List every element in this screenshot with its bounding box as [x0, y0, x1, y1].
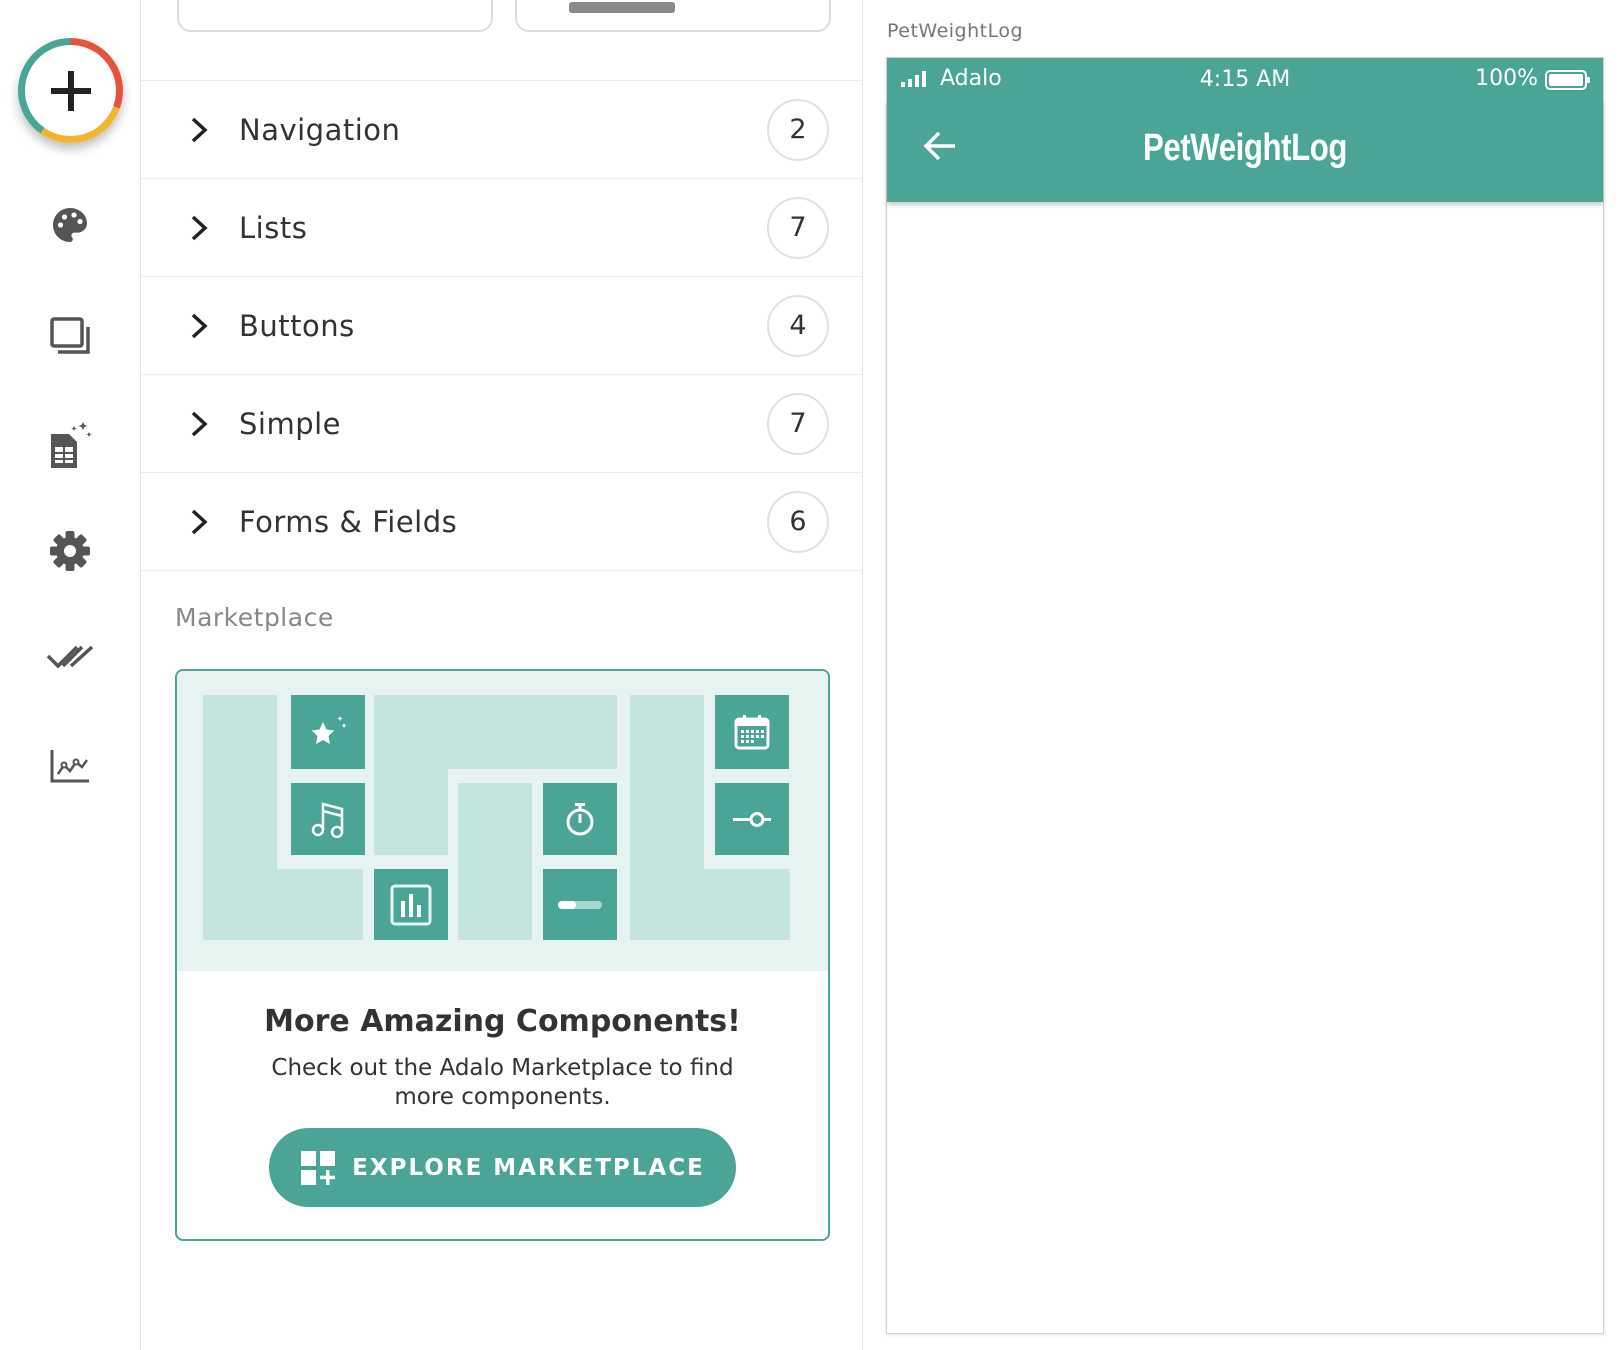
- category-label: Navigation: [239, 112, 401, 147]
- chevron-right-icon: [191, 215, 208, 241]
- category-label: Lists: [239, 210, 308, 245]
- screens-icon[interactable]: [44, 311, 96, 363]
- components-panel: Navigation 2 Lists 7 Buttons 4 Simple 7 …: [141, 0, 863, 1350]
- bar-chart-icon: [374, 869, 448, 940]
- category-navigation[interactable]: Navigation 2: [141, 81, 862, 179]
- category-count-badge: 6: [767, 490, 829, 553]
- category-simple[interactable]: Simple 7: [141, 375, 862, 473]
- category-count-badge: 2: [767, 98, 829, 161]
- category-count-badge: 7: [767, 196, 829, 259]
- marketplace-title: More Amazing Components!: [264, 1004, 741, 1039]
- marketplace-illustration: [177, 671, 828, 971]
- publish-check-icon[interactable]: [44, 632, 96, 684]
- plus-icon: [50, 70, 91, 111]
- music-note-icon: [291, 783, 365, 855]
- chevron-right-icon: [191, 411, 208, 437]
- settings-icon[interactable]: [44, 525, 96, 577]
- progress-bar-icon: [543, 869, 617, 940]
- category-count-badge: 4: [767, 294, 829, 357]
- component-card[interactable]: [177, 0, 493, 32]
- category-forms-fields[interactable]: Forms & Fields 6: [141, 473, 862, 571]
- component-card[interactable]: [515, 0, 831, 32]
- category-count-badge: 7: [767, 392, 829, 455]
- analytics-icon[interactable]: [44, 740, 96, 792]
- app-header-bar: PetWeightLog: [887, 100, 1603, 202]
- explore-marketplace-button[interactable]: EXPLORE MARKETPLACE: [269, 1128, 736, 1207]
- category-label: Forms & Fields: [239, 504, 458, 539]
- battery-percent: 100%: [1475, 66, 1538, 91]
- stopwatch-icon: [543, 783, 617, 855]
- category-buttons[interactable]: Buttons 4: [141, 277, 862, 375]
- battery-icon: [1545, 70, 1590, 90]
- top-cards: [177, 0, 831, 32]
- app-title: PetWeightLog: [1143, 127, 1347, 169]
- category-label: Buttons: [239, 308, 355, 343]
- chevron-right-icon: [191, 117, 208, 143]
- database-icon[interactable]: [44, 420, 96, 472]
- slider-icon: [715, 783, 789, 855]
- category-label: Simple: [239, 406, 342, 441]
- add-grid-icon: [301, 1150, 336, 1185]
- calendar-icon: [715, 695, 789, 769]
- marketplace-heading: Marketplace: [175, 603, 334, 632]
- chevron-right-icon: [191, 509, 208, 535]
- status-bar: Adalo 4:15 AM 100%: [887, 58, 1603, 100]
- add-component-button[interactable]: [18, 38, 123, 143]
- marketplace-card: More Amazing Components! Check out the A…: [175, 669, 830, 1241]
- left-toolbar: [0, 0, 141, 1350]
- marketplace-description: Check out the Adalo Marketplace to find …: [271, 1055, 734, 1110]
- category-list: Navigation 2 Lists 7 Buttons 4 Simple 7 …: [141, 80, 862, 571]
- screen-name-label[interactable]: PetWeightLog: [887, 20, 1023, 42]
- category-lists[interactable]: Lists 7: [141, 179, 862, 277]
- device-preview[interactable]: Adalo 4:15 AM 100% PetWeightLog: [886, 57, 1604, 1334]
- star-icon: [291, 695, 365, 769]
- explore-marketplace-label: EXPLORE MARKETPLACE: [352, 1154, 705, 1181]
- chevron-right-icon: [191, 313, 208, 339]
- palette-icon[interactable]: [44, 199, 96, 251]
